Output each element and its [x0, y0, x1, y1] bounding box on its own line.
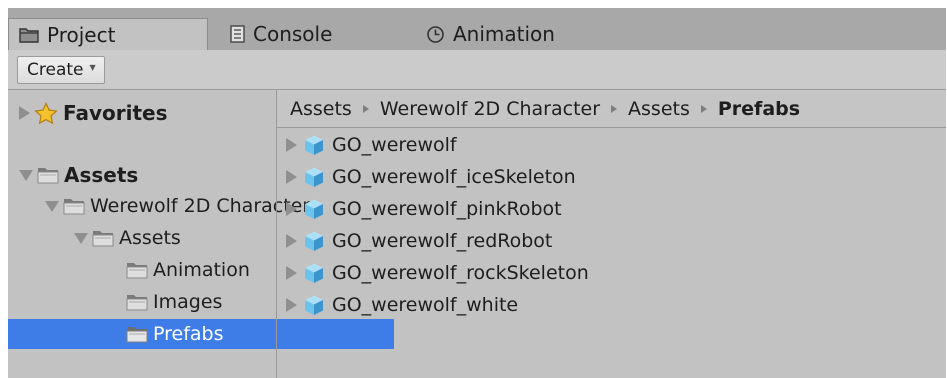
expand-arrow-icon[interactable]	[286, 234, 297, 248]
tree-item-label: Assets	[64, 163, 139, 187]
folder-icon	[126, 327, 148, 343]
list-item[interactable]: GO_werewolf_rockSkeleton	[286, 258, 589, 288]
expand-arrow-icon[interactable]	[286, 138, 297, 152]
list-item[interactable]: GO_werewolf_redRobot	[286, 226, 552, 256]
tab-animation-label: Animation	[453, 22, 555, 46]
prefab-label: GO_werewolf_white	[332, 294, 519, 316]
tab-console-label: Console	[253, 22, 333, 46]
prefab-label: GO_werewolf	[332, 134, 457, 156]
folder-icon	[92, 231, 114, 247]
tree-item-favorites[interactable]: Favorites	[8, 98, 287, 128]
breadcrumb-item-assets-sub[interactable]: Assets	[628, 98, 690, 120]
star-icon	[34, 101, 58, 124]
tree-item-label: Werewolf 2D Character	[90, 195, 311, 217]
expand-arrow-icon[interactable]	[286, 298, 297, 312]
tab-project[interactable]: Project	[8, 18, 208, 50]
tab-project-label: Project	[47, 22, 116, 47]
expand-arrow-icon[interactable]	[286, 170, 297, 184]
prefab-cube-icon	[305, 135, 323, 155]
prefab-label: GO_werewolf_redRobot	[332, 230, 553, 252]
folder-icon	[63, 199, 85, 215]
project-toolbar: Create ▼	[8, 50, 946, 90]
folder-icon	[126, 263, 148, 279]
tree-item-label: Prefabs	[153, 323, 224, 345]
tree-item-label: Images	[153, 291, 223, 313]
breadcrumb-separator-icon	[362, 104, 369, 113]
list-item[interactable]: GO_werewolf_pinkRobot	[286, 194, 562, 224]
breadcrumb-separator-icon	[700, 104, 707, 113]
pane-splitter[interactable]	[276, 90, 277, 378]
expand-arrow-icon[interactable]	[19, 106, 30, 120]
collapse-arrow-icon[interactable]	[45, 200, 59, 212]
tree-item-label: Animation	[153, 259, 250, 281]
tree-item-prefabs[interactable]: Prefabs	[8, 319, 394, 349]
create-dropdown-button[interactable]: Create ▼	[17, 56, 105, 84]
prefab-label: GO_werewolf_iceSkeleton	[332, 166, 576, 188]
tree-item-assets[interactable]: Assets	[8, 160, 287, 190]
expand-arrow-icon[interactable]	[286, 266, 297, 280]
chevron-down-icon: ▼	[89, 62, 96, 72]
clock-icon	[427, 25, 444, 43]
tree-item-label: Assets	[119, 227, 181, 249]
breadcrumb-item-prefabs[interactable]: Prefabs	[718, 98, 800, 120]
prefab-cube-icon	[305, 167, 323, 187]
folder-tree: Favorites Assets Werewolf 2D Character A…	[8, 90, 394, 378]
prefab-cube-icon	[305, 231, 323, 251]
console-icon	[230, 25, 245, 43]
folder-icon	[37, 168, 59, 184]
list-item[interactable]: GO_werewolf_iceSkeleton	[286, 162, 576, 192]
tree-item-label: Favorites	[63, 101, 168, 125]
folder-icon	[126, 295, 148, 311]
tree-item-werewolf-2d-character[interactable]: Werewolf 2D Character	[8, 191, 313, 221]
breadcrumb-separator-icon	[611, 104, 618, 113]
collapse-arrow-icon[interactable]	[74, 232, 88, 244]
list-item[interactable]: GO_werewolf	[286, 130, 457, 160]
breadcrumb: Assets Werewolf 2D Character Assets Pref…	[277, 90, 946, 128]
collapse-arrow-icon[interactable]	[19, 169, 33, 181]
breadcrumb-item-werewolf-2d-character[interactable]: Werewolf 2D Character	[380, 98, 600, 120]
breadcrumb-item-assets[interactable]: Assets	[290, 98, 352, 120]
project-window: Project Console Animation Create ▼ Favor…	[8, 8, 946, 378]
prefab-label: GO_werewolf_rockSkeleton	[332, 262, 589, 284]
tab-console[interactable]: Console	[220, 18, 416, 50]
create-button-label: Create	[27, 60, 84, 80]
list-item[interactable]: GO_werewolf_white	[286, 290, 518, 320]
tab-animation[interactable]: Animation	[416, 18, 626, 50]
prefab-label: GO_werewolf_pinkRobot	[332, 198, 562, 220]
prefab-cube-icon	[305, 199, 323, 219]
folder-icon	[19, 27, 39, 43]
prefab-cube-icon	[305, 295, 323, 315]
expand-arrow-icon[interactable]	[286, 202, 297, 216]
tab-bar: Project Console Animation	[8, 8, 946, 50]
prefab-cube-icon	[305, 263, 323, 283]
